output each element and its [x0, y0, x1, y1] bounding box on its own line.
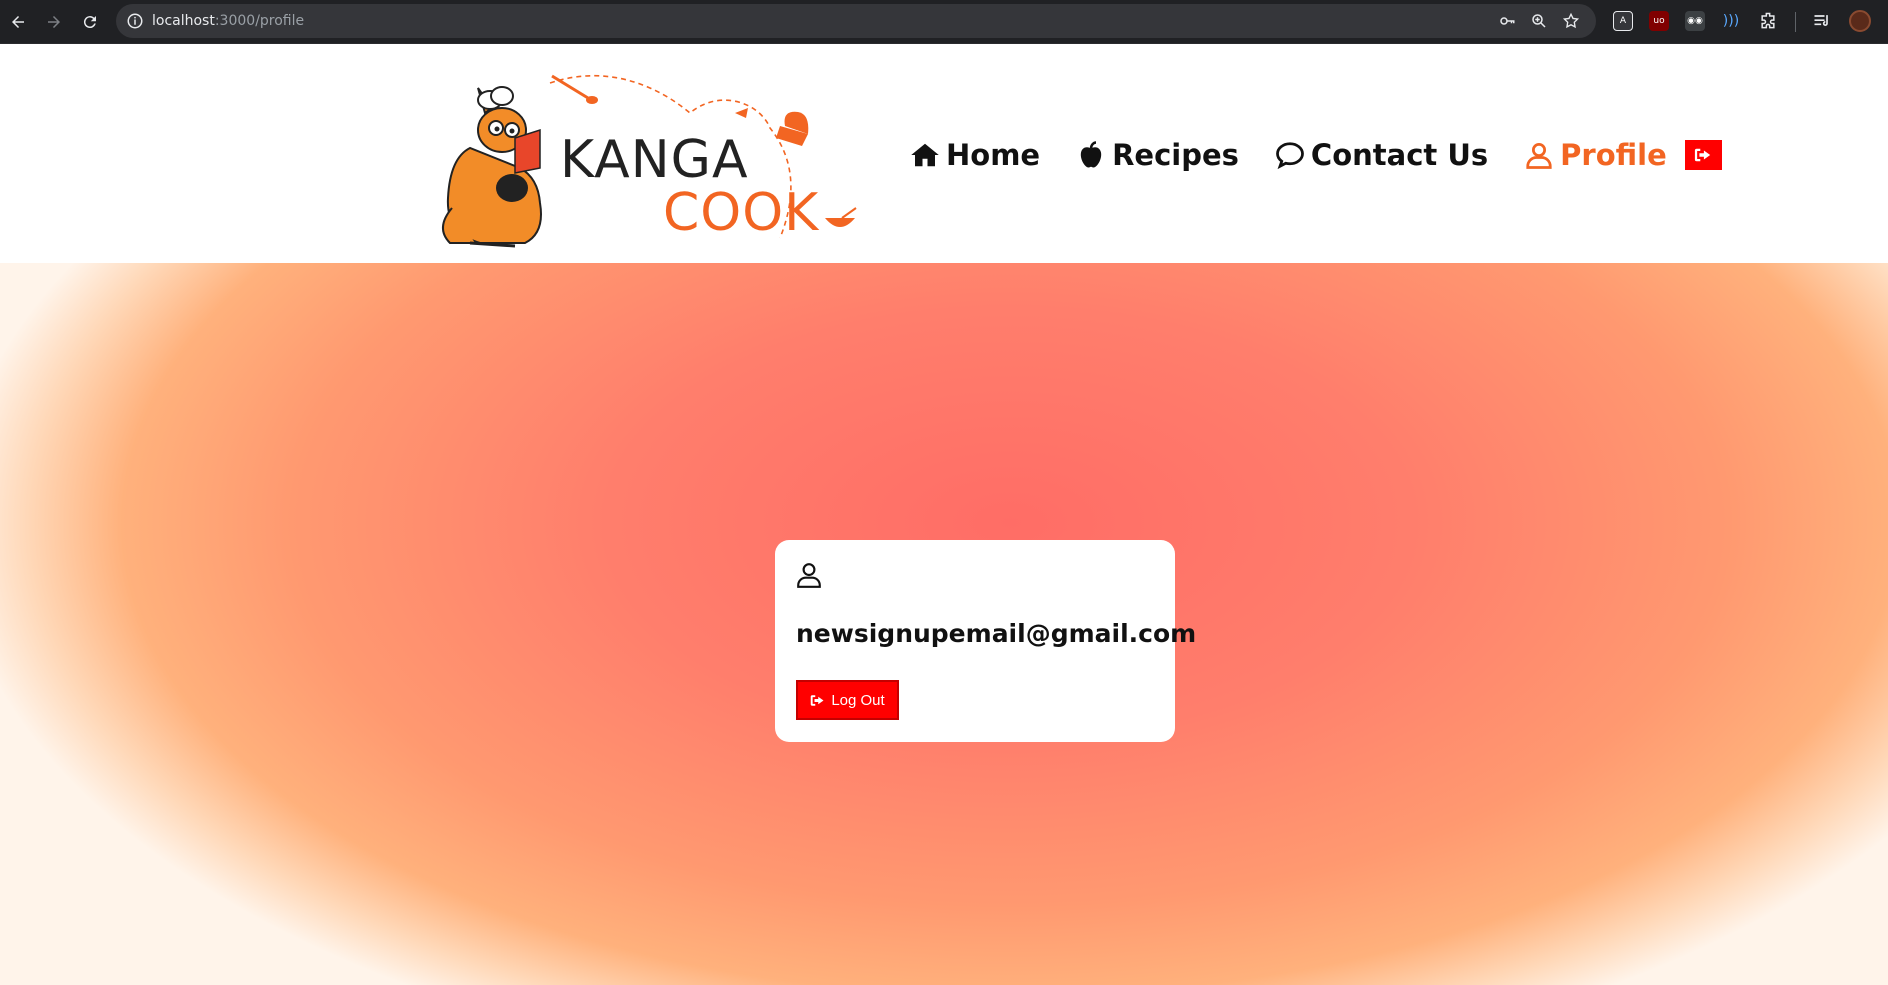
key-icon[interactable] [1498, 12, 1516, 30]
nav-logout-button[interactable] [1684, 140, 1722, 170]
apple-icon [1080, 141, 1102, 168]
info-icon[interactable] [126, 12, 144, 30]
home-icon [911, 143, 939, 167]
toolbar-separator [1795, 12, 1796, 32]
media-control-icon[interactable] [1812, 11, 1832, 31]
nav-recipes[interactable]: Recipes [1076, 138, 1239, 172]
user-email: newsignupemail@gmail.com [796, 619, 1197, 648]
user-icon [797, 563, 821, 588]
logo-text-cook: COOK [663, 183, 820, 243]
arrow-right-icon [48, 16, 60, 28]
address-bar[interactable]: localhost:3000/profile [116, 4, 1596, 38]
logout-button-label: Log Out [831, 691, 885, 709]
profile-page-background: newsignupemail@gmail.com Log Out [0, 263, 1888, 985]
browser-toolbar: localhost:3000/profile A uo ◉◉ ))) [0, 0, 1888, 44]
user-icon [1526, 143, 1552, 169]
extension-4-icon[interactable]: ))) [1721, 11, 1741, 31]
url-host: localhost [152, 13, 215, 29]
nav-contact-us-label: Contact Us [1310, 138, 1489, 172]
forward-button[interactable] [40, 8, 68, 36]
nav-home-label: Home [946, 138, 1041, 172]
profile-card: newsignupemail@gmail.com Log Out [775, 540, 1196, 742]
extension-3-icon[interactable]: ◉◉ [1685, 11, 1705, 31]
back-button[interactable] [4, 8, 32, 36]
extension-1-icon[interactable]: A [1613, 11, 1633, 31]
nav-home[interactable]: Home [910, 138, 1040, 172]
url-text[interactable]: localhost:3000/profile [152, 13, 304, 29]
chat-bubble-icon [1276, 142, 1304, 170]
zoom-icon[interactable] [1530, 12, 1548, 30]
nav-profile[interactable]: Profile [1524, 138, 1667, 172]
puzzle-icon[interactable] [1758, 11, 1778, 31]
arrow-left-icon [12, 16, 24, 28]
reload-icon [83, 16, 96, 29]
nav-recipes-label: Recipes [1112, 138, 1239, 172]
profile-avatar-icon[interactable] [1849, 10, 1871, 32]
nav-contact-us[interactable]: Contact Us [1275, 138, 1488, 172]
main-nav: Home Recipes Contact Us Profile [910, 133, 1722, 177]
star-icon[interactable] [1562, 12, 1580, 30]
sign-out-icon [1695, 148, 1711, 162]
sign-out-icon [811, 694, 824, 706]
logout-button[interactable]: Log Out [796, 680, 899, 720]
ublock-icon[interactable]: uo [1649, 11, 1669, 31]
logo-text-kanga: KANGA [560, 130, 749, 190]
reload-button[interactable] [76, 8, 104, 36]
url-path: :3000/profile [214, 13, 305, 29]
nav-profile-label: Profile [1560, 138, 1667, 172]
